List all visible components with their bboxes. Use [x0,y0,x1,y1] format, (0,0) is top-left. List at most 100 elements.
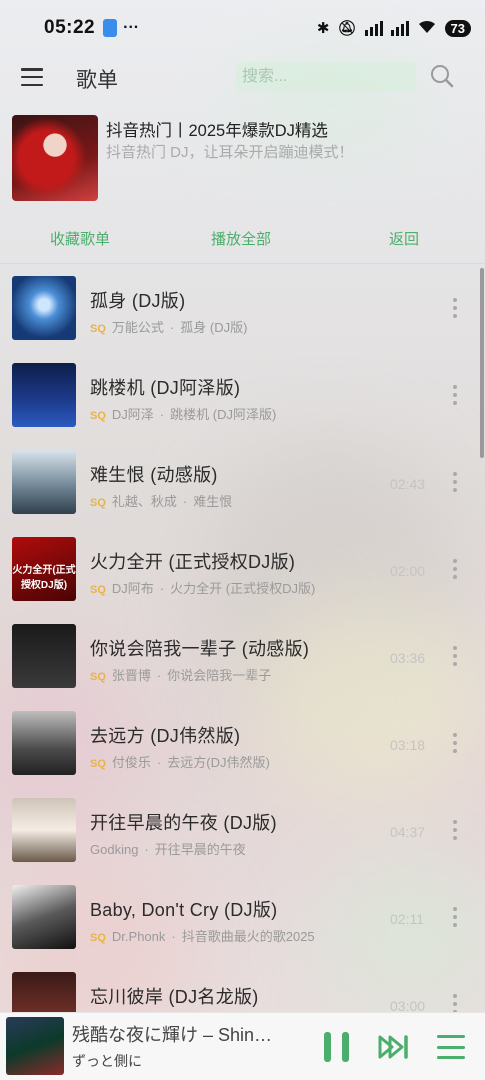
more-options-icon[interactable] [452,646,458,666]
now-playing-artist: ずっと側に [72,1053,142,1069]
song-album: 跳楼机 (DJ阿泽版) [170,407,277,422]
status-time: 05:22 [44,17,96,38]
search-icon[interactable] [430,64,454,88]
song-cover [12,711,76,775]
song-album: 抖音歌曲最火的歌2025 [181,929,315,944]
cover-text: 火力全开(正式授权DJ版) [12,565,76,591]
song-artist: 付俊乐 [111,755,151,770]
now-playing-title: 残酷な夜に輝け – Shin… [72,1025,273,1045]
song-meta: SQ 万能公式 · 孤身 (DJ版) [90,320,248,335]
playlist-description: 抖音热门 DJ，让耳朵开启蹦迪模式！ [106,144,354,161]
next-track-button[interactable] [378,1034,410,1060]
song-meta: SQ 付俊乐 · 去远方(DJ伟然版) [90,755,270,770]
song-duration: 02:43 [390,476,426,492]
song-duration: 03:36 [390,650,426,666]
song-meta: SQ DJ阿布 · 火力全开 (正式授权DJ版) [90,581,316,596]
song-artist: 礼越、秋成 [111,494,177,509]
more-options-icon[interactable] [452,994,458,1014]
song-album: 孤身 (DJ版) [180,320,248,335]
song-title: 开往早晨的午夜 (DJ版) [90,813,277,833]
mute-icon: 🔕︎ [337,20,357,37]
more-options-icon[interactable] [452,907,458,927]
more-options-icon[interactable] [452,559,458,579]
sq-badge: SQ [90,497,106,509]
song-row[interactable]: 火力全开(正式授权DJ版) 火力全开 (正式授权DJ版) SQ DJ阿布 · 火力全开… [0,525,485,612]
song-meta: SQ Dr.Phonk · 抖音歌曲最火的歌2025 [90,929,315,944]
song-row[interactable]: 忘川彼岸 (DJ名龙版) 03:00 [0,960,485,1014]
song-album: 难生恨 [193,494,233,509]
status-bar: 05:22 ··· ✱ 🔕︎ 73 [0,0,485,56]
song-album: 去远方(DJ伟然版) [167,755,270,770]
song-cover [12,972,76,1014]
playlist-header: 抖音热门丨2025年爆款DJ精选 抖音热门 DJ，让耳朵开启蹦迪模式！ [12,115,472,203]
playlist-actions: 收藏歌单 播放全部 返回 [0,228,485,254]
status-icons: ✱ 🔕︎ 73 [317,18,471,38]
song-artist: DJ阿布 [111,581,154,596]
pause-button[interactable] [324,1032,350,1062]
song-artist: Dr.Phonk [111,929,166,944]
song-artist: 万能公式 [111,320,164,335]
collect-playlist-button[interactable]: 收藏歌单 [50,228,110,249]
song-duration: 04:37 [390,824,426,840]
song-title: Baby, Don't Cry (DJ版) [90,900,278,920]
song-duration: 02:11 [390,911,424,927]
signal-icon-2 [390,20,409,36]
song-row[interactable]: 难生恨 (动感版) SQ 礼越、秋成 · 难生恨 02:43 [0,438,485,525]
song-artist: 张晋博 [111,668,151,683]
sq-badge: SQ [90,584,106,596]
now-playing-cover[interactable] [6,1017,64,1075]
song-duration: 02:00 [390,563,426,579]
more-options-icon[interactable] [452,472,458,492]
playlist-cover [12,115,98,201]
song-artist: Godking [90,842,139,857]
song-title: 忘川彼岸 (DJ名龙版) [90,987,259,1007]
song-cover [12,363,76,427]
song-meta: SQ 张晋博 · 你说会陪我一辈子 [90,668,272,683]
song-title: 火力全开 (正式授权DJ版) [90,552,296,572]
more-options-icon[interactable] [452,733,458,753]
song-row[interactable]: 去远方 (DJ伟然版) SQ 付俊乐 · 去远方(DJ伟然版) 03:18 [0,699,485,786]
search-input[interactable] [236,62,416,92]
scrollbar[interactable] [480,268,484,458]
page-title: 歌单 [76,69,118,92]
bluetooth-icon: ✱ [316,20,330,37]
song-cover [12,798,76,862]
song-title: 跳楼机 (DJ阿泽版) [90,378,241,398]
song-row[interactable]: Baby, Don't Cry (DJ版) SQ Dr.Phonk · 抖音歌曲最火的… [0,873,485,960]
back-button[interactable]: 返回 [389,228,419,249]
song-album: 你说会陪我一辈子 [167,668,272,683]
more-options-icon[interactable] [452,298,458,318]
skip-next-icon [378,1035,408,1059]
song-duration: 03:18 [390,737,426,753]
song-title: 孤身 (DJ版) [90,291,186,311]
song-row[interactable]: 跳楼机 (DJ阿泽版) SQ DJ阿泽 · 跳楼机 (DJ阿泽版) [0,351,485,438]
playlist-title: 抖音热门丨2025年爆款DJ精选 [106,122,328,140]
signal-icon [364,20,383,36]
app-notification-icon [103,19,118,37]
status-more-indicator: ··· [123,19,140,36]
song-album: 开往早晨的午夜 [154,842,246,857]
song-title: 难生恨 (动感版) [90,465,218,485]
playlist-queue-icon[interactable] [437,1035,465,1059]
song-meta: SQ 礼越、秋成 · 难生恨 [90,494,233,509]
song-cover: 火力全开(正式授权DJ版) [12,537,76,601]
song-row[interactable]: 开往早晨的午夜 (DJ版) Godking · 开往早晨的午夜 04:37 [0,786,485,873]
song-title: 去远方 (DJ伟然版) [90,726,241,746]
mini-player[interactable]: 残酷な夜に輝け – Shin… ずっと側に [0,1012,485,1080]
sq-badge: SQ [90,932,106,944]
play-all-button[interactable]: 播放全部 [211,228,271,249]
sq-badge: SQ [90,671,106,683]
song-cover [12,624,76,688]
song-artist: DJ阿泽 [111,407,154,422]
song-title: 你说会陪我一辈子 (动感版) [90,639,310,659]
menu-icon[interactable] [21,68,43,86]
sq-badge: SQ [90,758,106,770]
song-row[interactable]: 孤身 (DJ版) SQ 万能公式 · 孤身 (DJ版) [0,264,485,351]
more-options-icon[interactable] [452,385,458,405]
battery-indicator: 73 [444,19,471,37]
song-row[interactable]: 你说会陪我一辈子 (动感版) SQ 张晋博 · 你说会陪我一辈子 03:36 [0,612,485,699]
sq-badge: SQ [90,410,106,422]
more-options-icon[interactable] [452,820,458,840]
song-cover [12,450,76,514]
sq-badge: SQ [90,323,106,335]
